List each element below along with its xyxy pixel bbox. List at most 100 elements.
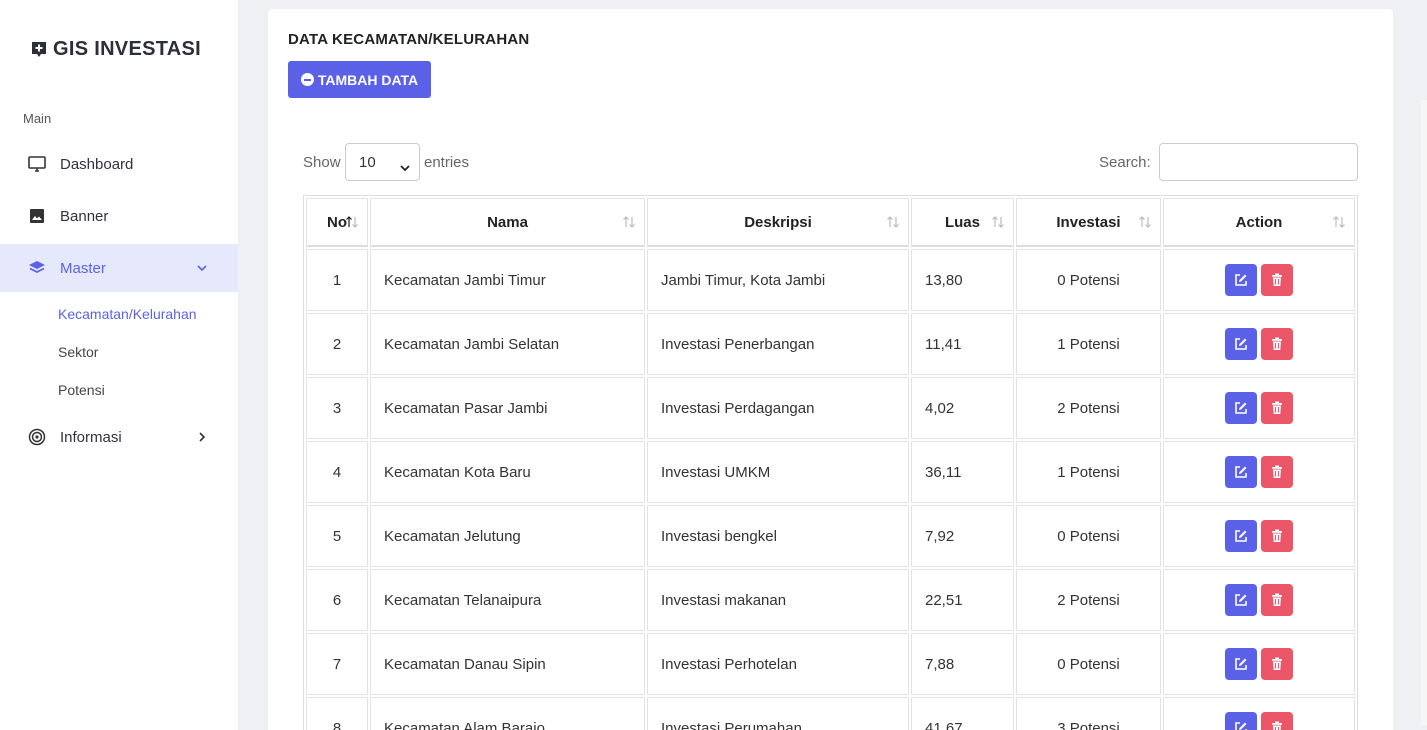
edit-icon: [1234, 465, 1248, 479]
sidebar-item-master[interactable]: Master: [0, 244, 238, 292]
edit-button[interactable]: [1225, 456, 1257, 488]
cell-deskripsi: Investasi Penerbangan: [647, 313, 909, 375]
cell-luas: 36,11: [911, 441, 1014, 503]
submenu-item-sektor[interactable]: Sektor: [58, 344, 98, 360]
cell-action: [1163, 697, 1355, 730]
edit-button[interactable]: [1225, 584, 1257, 616]
cell-deskripsi: Investasi UMKM: [647, 441, 909, 503]
cell-luas: 7,88: [911, 633, 1014, 695]
sort-icon: [1332, 215, 1346, 233]
edit-icon: [1234, 273, 1248, 287]
cell-nama: Kecamatan Jambi Timur: [370, 249, 645, 311]
delete-button[interactable]: [1261, 264, 1293, 296]
table-row: 5 Kecamatan Jelutung Investasi bengkel 7,92…: [306, 505, 1355, 567]
add-data-label: TAMBAH DATA: [317, 71, 419, 88]
cell-no: 8: [306, 697, 368, 730]
cell-action: [1163, 569, 1355, 631]
cell-nama: Kecamatan Jambi Selatan: [370, 313, 645, 375]
edit-button[interactable]: [1225, 328, 1257, 360]
sidebar-item-label: Master: [60, 259, 106, 277]
edit-button[interactable]: [1225, 712, 1257, 730]
trash-icon: [1271, 401, 1283, 415]
cell-luas: 13,80: [911, 249, 1014, 311]
edit-icon: [1234, 337, 1248, 351]
trash-icon: [1271, 465, 1283, 479]
cell-luas: 4,02: [911, 377, 1014, 439]
cell-no: 2: [306, 313, 368, 375]
column-header-action[interactable]: Action: [1163, 198, 1355, 247]
cell-deskripsi: Investasi Perumahan: [647, 697, 909, 730]
cell-action: [1163, 505, 1355, 567]
edit-icon: [1234, 401, 1248, 415]
search-input[interactable]: [1159, 143, 1358, 181]
map-marker-plus-icon: [31, 41, 47, 59]
cell-investasi: 0 Potensi: [1016, 505, 1161, 567]
cell-deskripsi: Investasi bengkel: [647, 505, 909, 567]
trash-icon: [1271, 657, 1283, 671]
page-length-value: 10: [359, 153, 376, 171]
menu-section-label: Main: [23, 111, 52, 126]
delete-button[interactable]: [1261, 328, 1293, 360]
column-header-nama[interactable]: Nama: [370, 198, 645, 247]
page-title: DATA KECAMATAN/KELURAHAN: [288, 31, 530, 48]
column-header-investasi[interactable]: Investasi: [1016, 198, 1161, 247]
cell-action: [1163, 249, 1355, 311]
column-header-deskripsi[interactable]: Deskripsi: [647, 198, 909, 247]
delete-button[interactable]: [1261, 392, 1293, 424]
delete-button[interactable]: [1261, 584, 1293, 616]
cell-no: 7: [306, 633, 368, 695]
sidebar-item-banner[interactable]: Banner: [0, 192, 238, 240]
chevron-down-icon: [196, 261, 208, 278]
trash-icon: [1271, 593, 1283, 607]
content-card: DATA KECAMATAN/KELURAHAN TAMBAH DATA Sho…: [268, 9, 1393, 730]
cell-no: 4: [306, 441, 368, 503]
add-data-button[interactable]: TAMBAH DATA: [288, 61, 431, 98]
sidebar-item-dashboard[interactable]: Dashboard: [0, 140, 238, 188]
delete-button[interactable]: [1261, 456, 1293, 488]
cell-investasi: 0 Potensi: [1016, 249, 1161, 311]
table-row: 3 Kecamatan Pasar Jambi Investasi Perdagan…: [306, 377, 1355, 439]
edit-button[interactable]: [1225, 520, 1257, 552]
cell-investasi: 2 Potensi: [1016, 377, 1161, 439]
layers-icon: [27, 258, 47, 278]
sort-icon: [622, 215, 636, 233]
column-header-luas[interactable]: Luas: [911, 198, 1014, 247]
submenu-item-potensi[interactable]: Potensi: [58, 382, 105, 398]
delete-button[interactable]: [1261, 712, 1293, 730]
cell-deskripsi: Investasi makanan: [647, 569, 909, 631]
trash-icon: [1271, 273, 1283, 287]
edit-icon: [1234, 721, 1248, 730]
data-table: No Nama Deskripsi Luas Investasi Action …: [303, 195, 1358, 730]
plus-circle-icon: [300, 73, 314, 86]
column-header-no[interactable]: No: [306, 198, 368, 247]
delete-button[interactable]: [1261, 648, 1293, 680]
cell-nama: Kecamatan Danau Sipin: [370, 633, 645, 695]
edit-icon: [1234, 657, 1248, 671]
edit-button[interactable]: [1225, 392, 1257, 424]
monitor-icon: [27, 154, 47, 174]
cell-investasi: 1 Potensi: [1016, 313, 1161, 375]
brand-title: GIS INVESTASI: [53, 38, 202, 60]
sidebar-item-label: Dashboard: [60, 155, 134, 173]
cell-deskripsi: Jambi Timur, Kota Jambi: [647, 249, 909, 311]
sidebar-item-informasi[interactable]: Informasi: [0, 413, 238, 461]
cell-action: [1163, 377, 1355, 439]
cell-action: [1163, 313, 1355, 375]
submenu-item-kecamatan[interactable]: Kecamatan/Kelurahan: [58, 306, 197, 322]
sidebar-item-label: Banner: [60, 207, 109, 225]
cell-nama: Kecamatan Jelutung: [370, 505, 645, 567]
cell-luas: 11,41: [911, 313, 1014, 375]
scrollbar[interactable]: [1421, 100, 1427, 725]
sort-asc-icon: [345, 215, 359, 233]
trash-icon: [1271, 529, 1283, 543]
cell-luas: 22,51: [911, 569, 1014, 631]
chevron-down-icon: [400, 159, 410, 176]
entries-label: entries: [424, 154, 470, 171]
edit-button[interactable]: [1225, 648, 1257, 680]
edit-button[interactable]: [1225, 264, 1257, 296]
table-row: 6 Kecamatan Telanaipura Investasi makanan 2…: [306, 569, 1355, 631]
delete-button[interactable]: [1261, 520, 1293, 552]
brand[interactable]: GIS INVESTASI: [31, 38, 201, 61]
page-length-select[interactable]: 10: [345, 143, 420, 181]
cell-no: 1: [306, 249, 368, 311]
